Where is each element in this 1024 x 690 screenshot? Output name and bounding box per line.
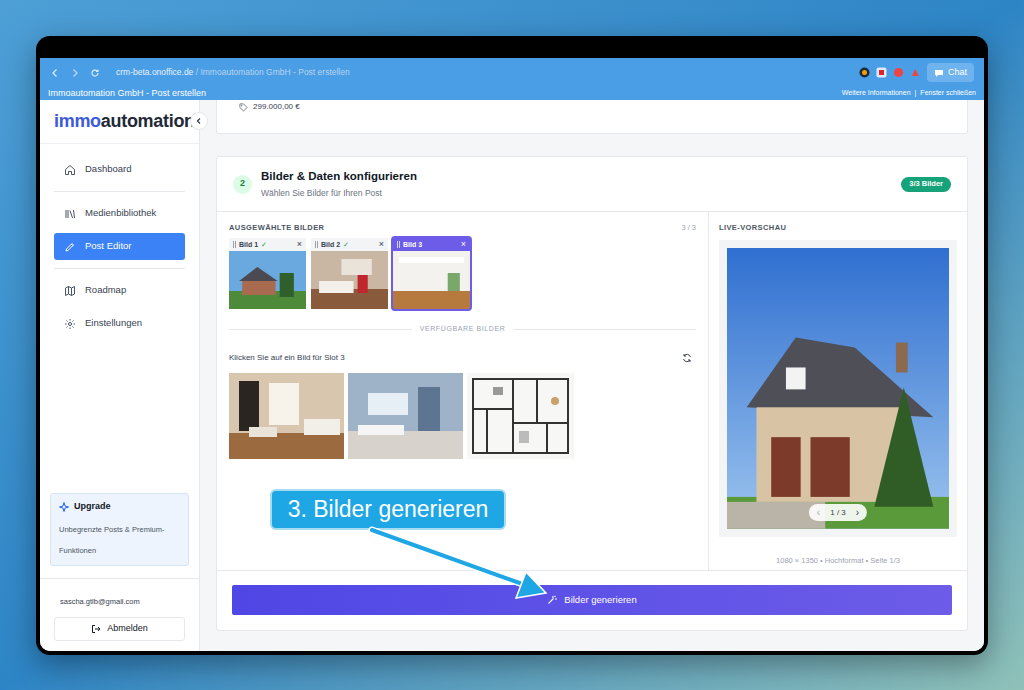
slot-check: ✓ bbox=[343, 240, 349, 251]
section-title: Bilder & Daten konfigurieren bbox=[261, 168, 417, 185]
sidebar-item-label: Medienbibliothek bbox=[85, 206, 156, 220]
property-price: 299.000,00 € bbox=[253, 101, 300, 113]
price-tag-icon bbox=[239, 103, 248, 112]
sidebar-item[interactable]: Post Editor bbox=[54, 233, 185, 260]
arrow-icon bbox=[0, 0, 1024, 690]
url-host: crm-beta.onoffice.de bbox=[116, 67, 193, 77]
image-count-badge: 3/3 Bilder bbox=[901, 177, 951, 192]
sidebar-item-label: Dashboard bbox=[85, 162, 131, 176]
slot-image bbox=[311, 251, 388, 309]
slot-label: Bild 3 bbox=[403, 240, 422, 251]
slot-label: Bild 1 bbox=[239, 240, 258, 251]
browser-window: crm-beta.onoffice.de / Immoautomation Gm… bbox=[36, 36, 988, 655]
chevron-left-icon bbox=[195, 117, 203, 125]
image-slot[interactable]: Bild 3 × bbox=[393, 238, 470, 309]
preview-caption: 1080 × 1350 • Hochformat • Seite 1/3 bbox=[776, 556, 900, 565]
property-card: 299.000,00 € bbox=[216, 100, 968, 134]
available-image[interactable] bbox=[467, 373, 574, 459]
logout-icon bbox=[91, 624, 101, 634]
sidebar-item-label: Roadmap bbox=[85, 283, 126, 297]
main-content: 299.000,00 € 2 Bilder & Daten konfiguriere… bbox=[200, 100, 984, 651]
browser-toolbar: crm-beta.onoffice.de / Immoautomation Gm… bbox=[40, 58, 984, 87]
logout-button[interactable]: Abmelden bbox=[54, 617, 185, 641]
upgrade-card[interactable]: Upgrade Unbegrenzte Posts & Premium-Funkt… bbox=[50, 493, 189, 566]
selected-images-heading: AUSGEWÄHLTE BILDER bbox=[229, 222, 324, 233]
sidebar: immoautomation Dashboard Medienbibliothek P… bbox=[40, 100, 200, 651]
selected-images-count: 3 / 3 bbox=[681, 222, 696, 233]
library-icon bbox=[64, 208, 76, 220]
step-number: 2 bbox=[233, 175, 252, 194]
extension-icon[interactable] bbox=[910, 67, 921, 78]
drag-handle-icon[interactable] bbox=[233, 241, 236, 248]
logo-prefix: immo bbox=[54, 111, 101, 131]
section-subtitle: Wählen Sie Bilder für Ihren Post bbox=[261, 187, 417, 200]
generate-button-label: Bilder generieren bbox=[564, 593, 636, 607]
gear-icon bbox=[64, 318, 76, 330]
upgrade-title: Upgrade bbox=[74, 500, 111, 514]
chat-button[interactable]: Chat bbox=[927, 63, 974, 83]
logo[interactable]: immoautomation bbox=[54, 108, 195, 135]
back-icon[interactable] bbox=[50, 68, 60, 78]
slot-remove[interactable]: × bbox=[379, 240, 384, 249]
preview-pager: ‹ 1 / 3 › bbox=[809, 504, 867, 521]
upgrade-text: Unbegrenzte Posts & Premium-Funktionen bbox=[59, 525, 164, 556]
preview-image: ‹ 1 / 3 › bbox=[727, 248, 949, 529]
header-link[interactable]: Weitere Informationen bbox=[842, 88, 911, 99]
map-icon bbox=[64, 285, 76, 297]
window-title-bar: Immoautomation GmbH - Post erstellen Weit… bbox=[40, 87, 984, 100]
step-number-text: 2 bbox=[240, 177, 245, 191]
extension-icon[interactable] bbox=[876, 67, 887, 78]
preview-heading: LIVE-VORSCHAU bbox=[719, 222, 957, 233]
prev-page-button[interactable]: ‹ bbox=[817, 508, 820, 518]
refresh-icon[interactable] bbox=[682, 353, 692, 363]
user-email: sascha.gtlb@gmail.com bbox=[60, 597, 140, 606]
badge-text: 3/3 Bilder bbox=[909, 178, 943, 189]
image-slot[interactable]: Bild 2✓ × bbox=[311, 238, 388, 309]
logout-label: Abmelden bbox=[107, 622, 148, 636]
available-images-heading: VERFÜGBARE BILDER bbox=[420, 324, 506, 335]
drag-handle-icon[interactable] bbox=[397, 241, 400, 248]
collapse-button[interactable] bbox=[190, 112, 208, 130]
chat-label: Chat bbox=[948, 66, 967, 80]
image-slot[interactable]: Bild 1✓ × bbox=[229, 238, 306, 309]
header-link[interactable]: Fenster schließen bbox=[920, 88, 976, 99]
chat-icon bbox=[934, 68, 944, 78]
config-card: 2 Bilder & Daten konfigurieren Wählen Sie … bbox=[216, 156, 968, 631]
wand-icon bbox=[547, 595, 557, 605]
sidebar-item-label: Post Editor bbox=[85, 239, 131, 253]
logo-suffix: automation bbox=[101, 111, 195, 131]
available-image[interactable] bbox=[229, 373, 344, 459]
slot-hint: Klicken Sie auf ein Bild für Slot 3 bbox=[229, 352, 345, 364]
link-separator: | bbox=[915, 88, 917, 99]
drag-handle-icon[interactable] bbox=[315, 241, 318, 248]
slot-label: Bild 2 bbox=[321, 240, 340, 251]
slot-image bbox=[393, 251, 470, 309]
generate-button[interactable]: Bilder generieren bbox=[232, 585, 952, 615]
forward-icon[interactable] bbox=[70, 68, 80, 78]
url-path: / Immoautomation GmbH - Post erstellen bbox=[193, 67, 349, 77]
extension-icon[interactable] bbox=[893, 67, 904, 78]
preview-frame: ‹ 1 / 3 › bbox=[719, 240, 957, 537]
extension-icon[interactable] bbox=[859, 67, 870, 78]
reload-icon[interactable] bbox=[90, 68, 100, 78]
pen-icon bbox=[64, 241, 76, 253]
slot-image bbox=[229, 251, 306, 309]
slot-remove[interactable]: × bbox=[297, 240, 302, 249]
callout-text: 3. Bilder generieren bbox=[288, 492, 489, 527]
address-bar[interactable]: crm-beta.onoffice.de / Immoautomation Gm… bbox=[110, 66, 849, 79]
slot-check: ✓ bbox=[261, 240, 267, 251]
callout: 3. Bilder generieren bbox=[270, 489, 506, 530]
sidebar-item[interactable]: Dashboard bbox=[54, 156, 185, 183]
next-page-button[interactable]: › bbox=[856, 508, 859, 518]
page-indicator: 1 / 3 bbox=[830, 507, 846, 519]
sidebar-item-label: Einstellungen bbox=[85, 316, 142, 330]
sparkle-icon bbox=[59, 502, 69, 512]
window-title: Immoautomation GmbH - Post erstellen bbox=[48, 87, 206, 101]
home-icon bbox=[64, 164, 76, 176]
slot-remove[interactable]: × bbox=[461, 240, 466, 249]
sidebar-item[interactable]: Medienbibliothek bbox=[54, 200, 185, 227]
sidebar-item[interactable]: Einstellungen bbox=[54, 310, 185, 337]
sidebar-item[interactable]: Roadmap bbox=[54, 277, 185, 304]
available-image[interactable] bbox=[348, 373, 463, 459]
